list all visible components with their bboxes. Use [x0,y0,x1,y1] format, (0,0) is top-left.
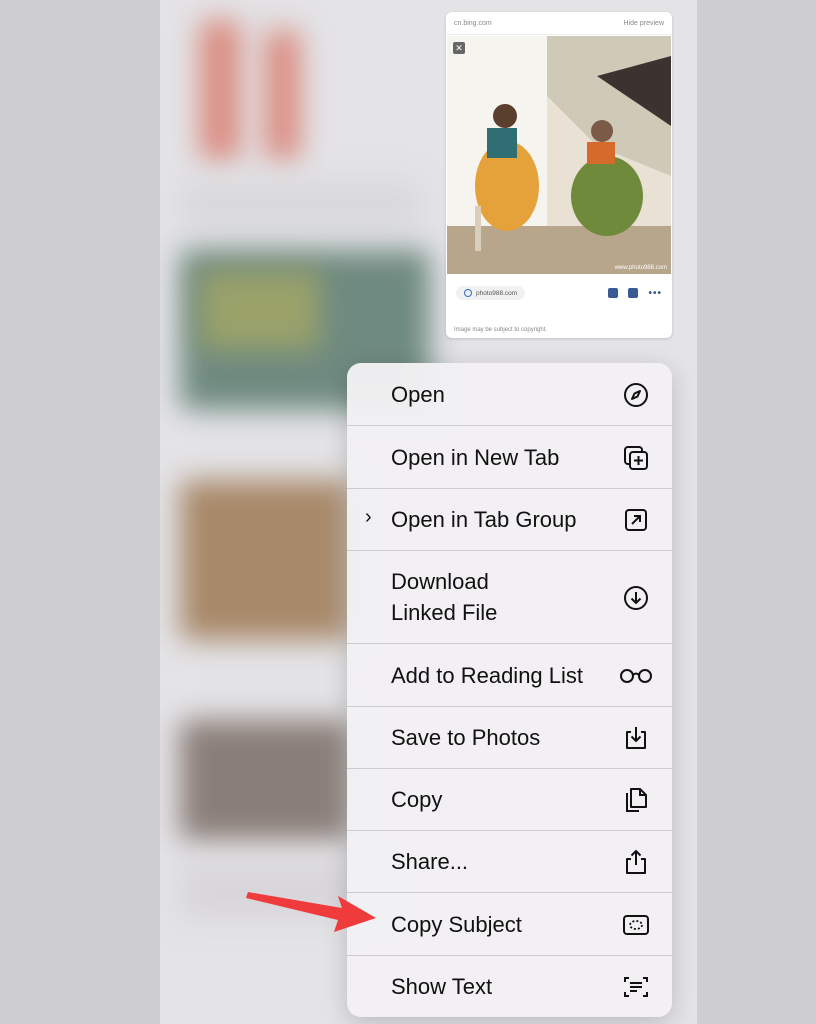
copyright-note: Image may be subject to copyright. [454,327,548,333]
more-icon[interactable]: ••• [648,288,662,299]
compass-icon [622,381,650,409]
menu-item-add-reading-list[interactable]: Add to Reading List [347,644,672,707]
chevron-right-icon: › [365,506,372,528]
live-text-icon [622,973,650,1001]
copy-doc-icon [622,786,650,814]
menu-item-open-new-tab[interactable]: Open in New Tab [347,426,672,489]
menu-item-label: Open [391,382,445,407]
menu-item-label: Save to Photos [391,725,541,750]
share-icon [622,848,650,876]
menu-item-save-to-photos[interactable]: Save to Photos [347,707,672,769]
menu-item-copy[interactable]: Copy [347,769,672,831]
menu-item-label: Share... [391,849,469,874]
glasses-icon [618,662,654,690]
preview-source-row: photo988.com ••• [446,280,672,306]
preview-header: cn.bing.com Hide preview [446,12,672,35]
context-menu: Open Open in New Tab › Open in Tab Group… [347,363,672,1017]
link-preview-card[interactable]: cn.bing.com Hide preview ✕ www.photo988.… [446,12,672,338]
menu-item-label: Copy [391,787,443,812]
menu-item-open-tab-group[interactable]: › Open in Tab Group [347,489,672,551]
photo-two-women-icon [447,36,671,274]
save-tray-icon [622,724,650,752]
menu-item-download-linked-file[interactable]: Download Linked File [347,551,672,644]
image-icon[interactable] [628,288,639,298]
download-circle-icon [622,584,650,612]
hide-preview-link[interactable]: Hide preview [624,20,664,27]
preview-photo: ✕ www.photo988.com [447,36,671,274]
arrow-square-icon [622,506,650,534]
menu-item-label: Open in New Tab [391,445,560,470]
source-pill[interactable]: photo988.com [456,286,526,300]
preview-domain: cn.bing.com [454,19,492,27]
source-label: photo988.com [476,289,518,297]
preview-actions: ••• [608,288,662,299]
photo-watermark: www.photo988.com [614,265,667,271]
red-arrow-icon [246,892,376,932]
menu-item-label: Download Linked File [391,569,498,625]
menu-item-label: Show Text [391,974,493,999]
right-backdrop [697,0,816,1024]
left-backdrop [0,0,160,1024]
globe-icon [464,289,472,297]
menu-item-copy-subject[interactable]: Copy Subject [347,893,672,956]
menu-item-label: Copy Subject [391,912,522,937]
visual-search-icon[interactable] [608,288,619,298]
copy-subject-icon [622,911,650,939]
plus-square-icon [622,444,650,472]
menu-item-open[interactable]: Open [347,363,672,426]
close-icon[interactable]: ✕ [453,42,465,54]
menu-item-show-text[interactable]: Show Text [347,956,672,1017]
menu-item-share[interactable]: Share... [347,831,672,893]
menu-item-label: Add to Reading List [391,663,584,688]
menu-item-label: Open in Tab Group [391,507,577,532]
